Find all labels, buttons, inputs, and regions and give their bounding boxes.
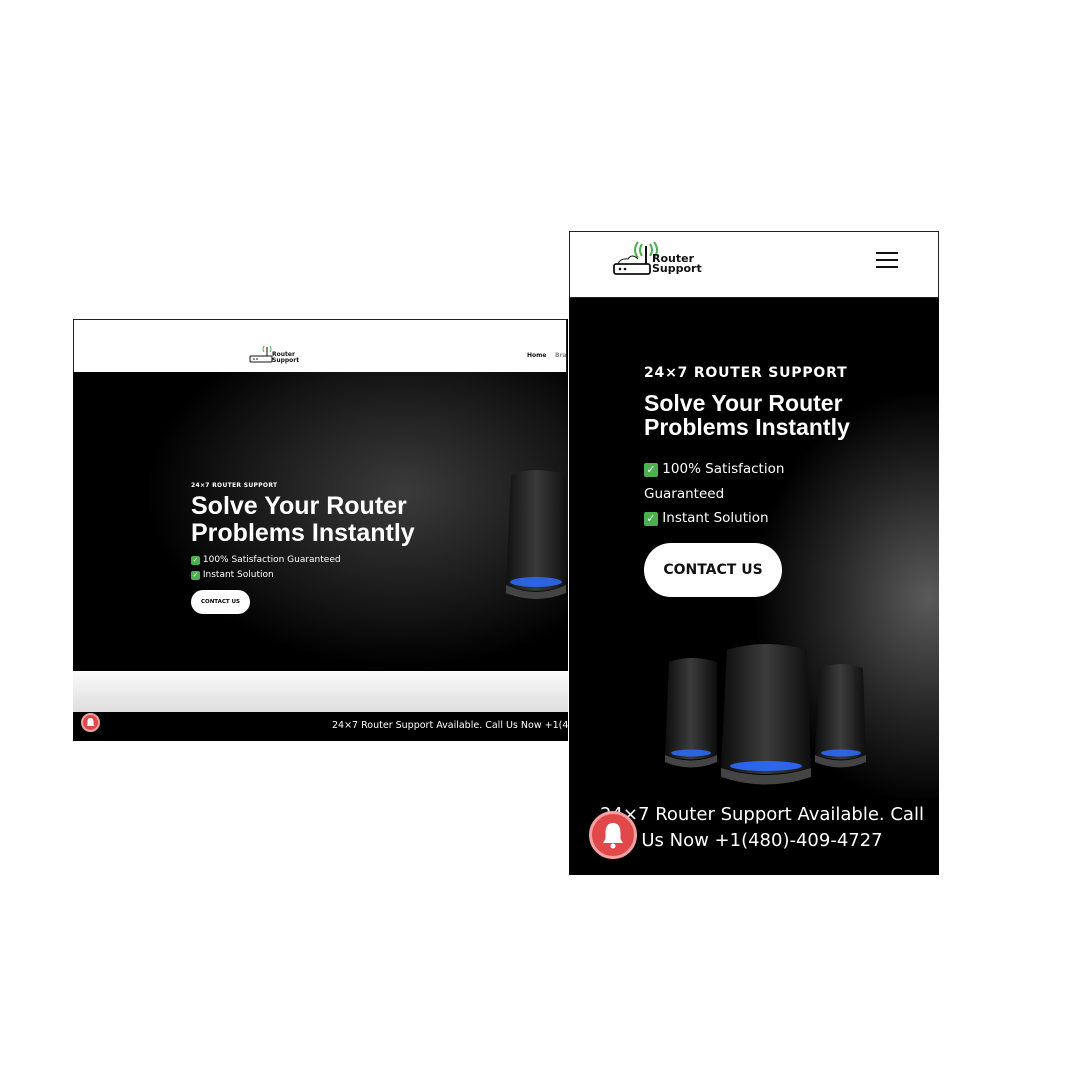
desktop-mockup: Router Support Home Bra 24×7 ROUTER SUPP… [73,319,568,741]
check-satisfaction: ✓ 100% Satisfaction Guaranteed [644,461,785,502]
hero-headline: Solve Your Router Problems Instantly [191,492,415,547]
check-satisfaction: ✓ 100% Satisfaction Guaranteed [191,555,341,565]
contact-us-button[interactable]: CONTACT US [644,543,782,597]
check-instant: ✓ Instant Solution [191,570,274,580]
logo-text: Router Support [272,351,300,364]
site-header: Router Support Home Bra [73,319,567,372]
check-mark-icon: ✓ [191,571,200,580]
check-mark-icon: ✓ [644,512,658,526]
hamburger-menu-icon[interactable] [876,252,898,268]
router-device-image [506,470,566,599]
next-section [73,671,568,712]
announcement-text: 24×7 Router Support Available. Call Us N… [332,720,568,731]
hero-headline: Solve Your Router Problems Instantly [644,390,850,440]
check-instant: ✓ Instant Solution [644,506,864,531]
router-devices-image [665,644,866,785]
hero-section: 24×7 ROUTER SUPPORT Solve Your Router Pr… [73,372,568,671]
mobile-mockup: Router Support 24×7 ROUTER SUPPORT Solve… [569,231,939,875]
notification-bell-icon[interactable] [81,713,100,732]
contact-us-button[interactable]: CONTACT US [191,590,250,614]
logo-text: Router Support [652,252,702,275]
announcement-text: 24×7 Router Support Available. Call Us N… [600,804,924,851]
check-mark-icon: ✓ [644,463,658,477]
check-mark-icon: ✓ [191,556,200,565]
site-header-mobile: Router Support [569,231,939,298]
nav-home[interactable]: Home [527,352,546,359]
hero-eyebrow: 24×7 ROUTER SUPPORT [644,365,848,381]
nav-brands[interactable]: Bra [555,352,567,359]
notification-bell-icon[interactable] [589,811,637,859]
hero-eyebrow: 24×7 ROUTER SUPPORT [191,482,278,489]
hero-section-mobile: 24×7 ROUTER SUPPORT Solve Your Router Pr… [569,298,939,798]
announcement-bar: 24×7 Router Support Available. Call Us N… [73,712,568,741]
